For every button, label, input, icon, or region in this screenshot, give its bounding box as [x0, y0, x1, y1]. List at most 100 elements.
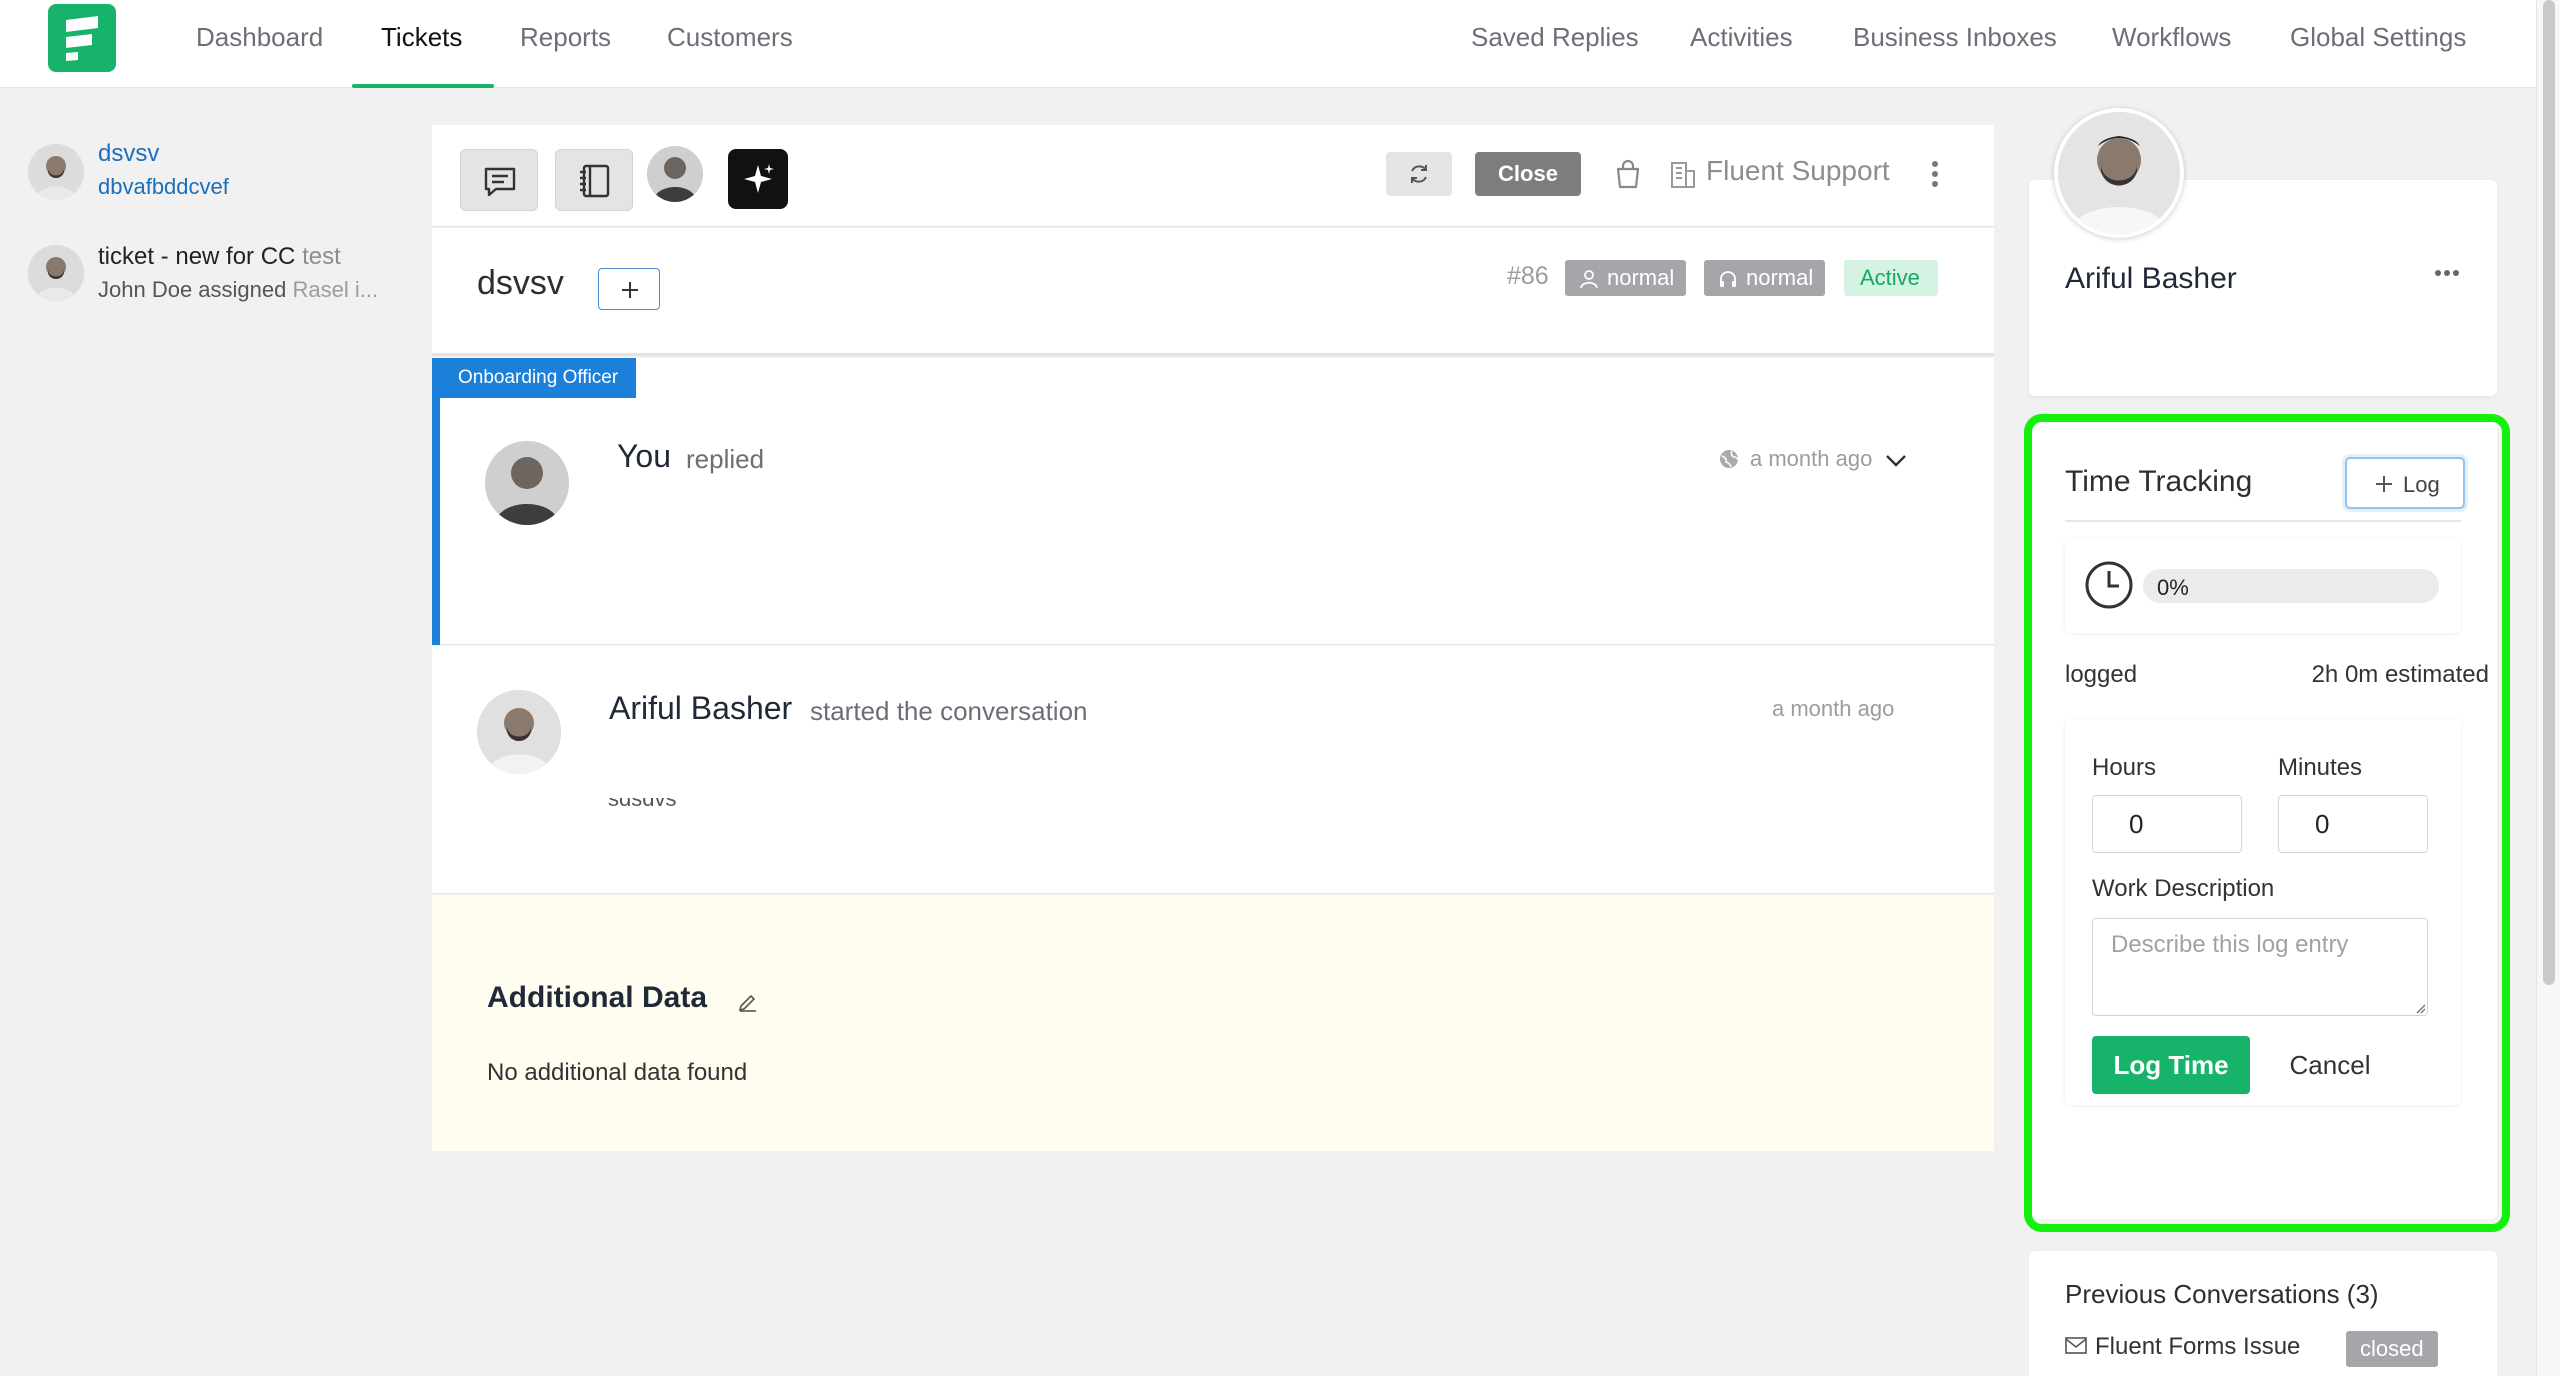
nav-global-settings[interactable]: Global Settings	[2290, 22, 2466, 62]
envelope-icon	[2065, 1337, 2087, 1354]
customer-priority-label: normal	[1607, 265, 1675, 290]
add-log-label: Log	[2403, 472, 2440, 497]
customer-avatar	[2054, 108, 2184, 238]
list-item[interactable]: ticket - new for CC test John Doe assign…	[28, 243, 388, 309]
page-scrollbar[interactable]	[2536, 0, 2560, 1376]
notes-view-button[interactable]	[555, 149, 633, 211]
previous-conversations-title: Previous Conversations (3)	[2065, 1279, 2379, 1309]
scrollbar-thumb[interactable]	[2543, 0, 2555, 985]
minutes-label: Minutes	[2278, 754, 2363, 781]
customer-name[interactable]: Ariful Basher	[2065, 262, 2237, 296]
avatar	[28, 144, 84, 200]
previous-conversations-card: Previous Conversations (3) Fluent Forms …	[2029, 1251, 2497, 1376]
thread-time: a month ago	[1772, 696, 1895, 721]
ai-sparkle-icon	[744, 164, 774, 193]
hours-input[interactable]	[2092, 795, 2242, 853]
ticket-toolbar: Close Fluent Support	[432, 125, 1994, 227]
thread-highlight-bar	[432, 358, 440, 645]
notebook-icon	[580, 164, 610, 198]
ticket-id: #86	[1507, 262, 1549, 290]
ai-assist-button[interactable]	[728, 149, 788, 209]
nav-workflows[interactable]: Workflows	[2112, 22, 2231, 62]
log-time-form: Hours Minutes Work Description Log Time …	[2065, 719, 2461, 1105]
close-ticket-button[interactable]: Close	[1475, 152, 1581, 196]
cancel-button[interactable]: Cancel	[2270, 1036, 2390, 1094]
chevron-down-icon[interactable]	[1884, 450, 1908, 470]
agent-priority-badge: normal	[1704, 260, 1826, 296]
thread-time: a month ago	[1750, 446, 1873, 471]
progress-label: 0%	[2157, 575, 2189, 600]
clock-icon	[2085, 561, 2133, 609]
nav-saved-replies[interactable]: Saved Replies	[1471, 22, 1639, 62]
list-item-subtitle-main: John Doe assigned	[98, 277, 287, 302]
add-log-button[interactable]: Log	[2345, 457, 2465, 509]
list-item-title: ticket - new for CC test	[98, 243, 341, 271]
edit-icon[interactable]	[737, 990, 759, 1012]
work-description-input[interactable]	[2092, 918, 2428, 1016]
person-icon	[1580, 270, 1598, 289]
refresh-icon	[1411, 165, 1427, 183]
active-tab-indicator	[352, 84, 494, 88]
refresh-button[interactable]	[1386, 152, 1452, 196]
globe-icon	[1720, 450, 1739, 468]
thread-snippet: sdsdvs	[608, 798, 676, 808]
log-time-button[interactable]: Log Time	[2092, 1036, 2250, 1094]
conversation-view-button[interactable]	[460, 149, 538, 211]
thread-author: Ariful Basher	[609, 690, 793, 726]
work-description-label: Work Description	[2092, 875, 2275, 902]
building-icon	[1670, 161, 1696, 189]
list-item-subtitle: John Doe assigned Rasel i...	[98, 277, 378, 303]
ticket-header: dsvsv #86 normal normal Active	[432, 228, 1994, 356]
plus-icon	[622, 282, 638, 298]
thread-item: Onboarding Officer You replied a month a…	[432, 358, 1994, 645]
nav-activities[interactable]: Activities	[1690, 22, 1793, 62]
agent-role-tag: Onboarding Officer	[432, 358, 637, 398]
list-item-title-muted: test	[302, 243, 341, 270]
time-tracking-title: Time Tracking	[2065, 465, 2253, 498]
kebab-icon[interactable]	[1928, 159, 1942, 189]
nav-tickets[interactable]: Tickets	[381, 22, 462, 62]
status-label: Active	[1860, 265, 1920, 290]
additional-data-section: Additional Data No additional data found	[432, 895, 1994, 1151]
list-item-subtitle-muted: Rasel i...	[292, 277, 379, 302]
list-item-title-main: ticket - new for CC	[98, 243, 296, 270]
bag-icon[interactable]	[1614, 159, 1642, 189]
inbox-name[interactable]: Fluent Support	[1706, 155, 1890, 187]
additional-data-title: Additional Data	[487, 981, 708, 1014]
agent-priority-label: normal	[1746, 265, 1814, 290]
hours-label: Hours	[2092, 754, 2157, 781]
nav-business-inboxes[interactable]: Business Inboxes	[1853, 22, 2057, 62]
thread-action: started the conversation	[810, 696, 1088, 726]
ticket-title: dsvsv	[477, 264, 564, 302]
status-badge: Active	[1844, 260, 1939, 296]
progress-bar: 0%	[2143, 569, 2439, 603]
thread-item: Ariful Basher started the conversation a…	[432, 646, 1994, 894]
thread-author: You	[617, 438, 671, 474]
logged-label: logged	[2065, 661, 2138, 688]
add-tag-button[interactable]	[598, 268, 660, 310]
list-item[interactable]: dsvsv dbvafbddcvef	[28, 140, 388, 206]
list-item-title: dsvsv	[98, 140, 160, 167]
plus-icon	[2376, 476, 2392, 492]
previous-conversation-status: closed	[2346, 1331, 2438, 1367]
headset-icon	[1720, 271, 1736, 287]
time-tracking-card: Time Tracking Log 0% logged 2h 0m estima…	[2029, 419, 2497, 1219]
minutes-input[interactable]	[2278, 795, 2428, 853]
avatar	[485, 441, 569, 525]
more-dots-icon[interactable]	[2434, 268, 2460, 278]
nav-customers[interactable]: Customers	[667, 22, 793, 62]
avatar	[477, 690, 561, 774]
nav-dashboard[interactable]: Dashboard	[196, 22, 323, 62]
nav-reports[interactable]: Reports	[520, 22, 611, 62]
agent-avatar[interactable]	[647, 146, 703, 202]
app-logo-icon[interactable]	[48, 4, 116, 72]
divider	[2065, 520, 2461, 522]
estimated-label: 2h 0m estimated	[2311, 661, 2489, 688]
avatar	[28, 245, 84, 301]
list-item-subtitle: dbvafbddcvef	[98, 174, 229, 199]
additional-data-empty: No additional data found	[487, 1059, 748, 1086]
resize-grip-icon[interactable]	[2414, 1002, 2426, 1014]
thread-action: replied	[686, 444, 765, 474]
top-nav: Dashboard Tickets Reports Customers Save…	[0, 0, 2536, 88]
conversation-icon	[484, 167, 516, 197]
